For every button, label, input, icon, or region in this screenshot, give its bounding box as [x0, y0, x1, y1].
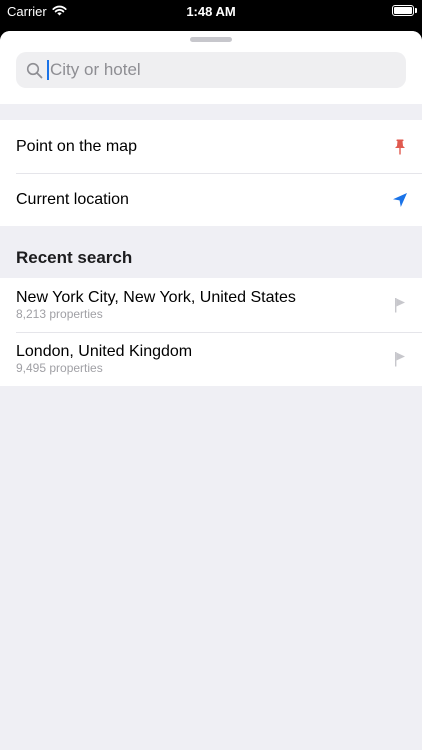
pin-icon: [392, 139, 408, 155]
sheet-header: [0, 31, 422, 104]
recent-search-list: New York City, New York, United States 8…: [0, 278, 422, 386]
recent-item-subtitle: 8,213 properties: [16, 307, 103, 321]
battery-tip: [415, 8, 417, 13]
recent-item-subtitle: 9,495 properties: [16, 361, 103, 375]
current-location-option[interactable]: Current location: [0, 173, 422, 226]
sheet-grabber[interactable]: [190, 37, 232, 42]
location-arrow-icon: [392, 192, 408, 208]
status-time: 1:48 AM: [186, 4, 236, 19]
recent-search-header: Recent search: [16, 248, 133, 267]
current-location-label: Current location: [16, 190, 129, 208]
spacer: [0, 104, 422, 120]
search-bar[interactable]: [16, 52, 406, 88]
recent-search-item[interactable]: New York City, New York, United States 8…: [0, 278, 422, 332]
recent-item-title: London, United Kingdom: [16, 343, 193, 360]
search-icon: [26, 61, 44, 79]
quick-options-list: Point on the map Current location: [0, 120, 422, 226]
flag-icon: [392, 297, 408, 313]
point-on-map-option[interactable]: Point on the map: [0, 120, 422, 173]
search-input[interactable]: [50, 60, 370, 80]
recent-item-title: New York City, New York, United States: [16, 289, 296, 306]
flag-icon: [392, 351, 408, 367]
recent-search-item[interactable]: London, United Kingdom 9,495 properties: [0, 332, 422, 386]
status-bar: Carrier 1:48 AM: [0, 0, 422, 24]
text-cursor: [47, 60, 49, 80]
search-sheet: Point on the map Current location Recent…: [0, 31, 422, 750]
point-on-map-label: Point on the map: [16, 137, 137, 155]
battery-icon: [392, 5, 414, 16]
